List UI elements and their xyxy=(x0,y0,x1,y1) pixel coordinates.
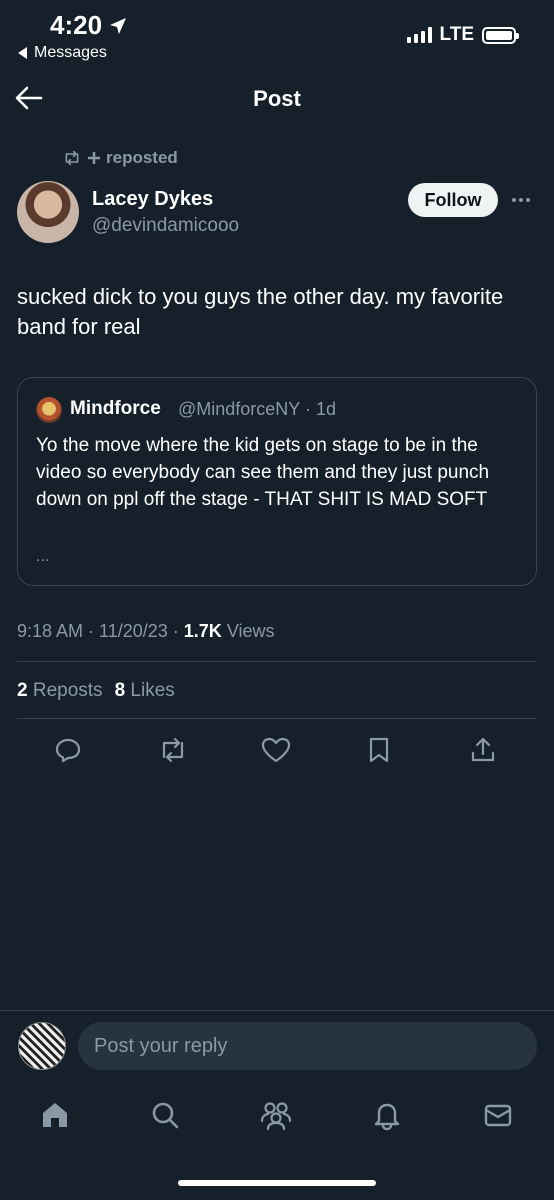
repost-indicator: reposted xyxy=(62,148,178,168)
divider xyxy=(17,661,537,662)
bookmark-icon[interactable] xyxy=(363,734,395,766)
reply-input[interactable]: Post your reply xyxy=(78,1022,537,1070)
back-triangle-icon xyxy=(18,47,27,59)
my-avatar xyxy=(18,1022,66,1070)
likes-count: 8 xyxy=(114,680,126,701)
quoted-author-meta: @MindforceNY · 1d xyxy=(178,399,337,419)
views-label: Views xyxy=(226,621,275,641)
like-icon[interactable] xyxy=(260,734,292,766)
page-title: Post xyxy=(253,86,301,111)
quoted-ellipsis: ... xyxy=(36,548,50,565)
reply-icon[interactable] xyxy=(52,734,84,766)
divider xyxy=(17,718,537,719)
quoted-author-name: Mindforce xyxy=(70,398,161,419)
likes-label: Likes xyxy=(130,680,175,701)
search-icon[interactable] xyxy=(148,1098,182,1132)
repost-small-icon xyxy=(65,150,79,166)
author-avatar[interactable] xyxy=(17,181,79,243)
location-arrow-icon xyxy=(110,17,127,34)
likes-stat[interactable]: 8 Likes xyxy=(115,680,175,702)
home-indicator xyxy=(178,1180,376,1186)
author-handle[interactable]: @devindamicooo xyxy=(92,215,239,237)
status-time-text: 4:20 xyxy=(50,10,103,40)
back-app-label: Messages xyxy=(34,44,107,61)
battery-icon xyxy=(482,26,519,44)
quoted-text: Yo the move where the kid gets on stage … xyxy=(36,435,490,510)
cross-symbol-icon xyxy=(88,152,100,164)
follow-button[interactable]: Follow xyxy=(408,183,498,217)
network-label: LTE xyxy=(439,24,474,45)
timestamp-text: 9:18 AM · 11/20/23 · xyxy=(17,621,184,641)
views-count: 1.7K xyxy=(183,621,222,641)
back-to-app[interactable]: Messages xyxy=(18,44,107,62)
author-name[interactable]: Lacey Dykes xyxy=(92,188,213,211)
repost-icon[interactable] xyxy=(157,734,189,766)
reposts-count: 2 xyxy=(17,680,28,701)
reposts-stat[interactable]: 2 Reposts xyxy=(17,680,103,702)
repost-label: reposted xyxy=(106,148,178,167)
status-indicators: LTE xyxy=(406,24,519,46)
messages-icon[interactable] xyxy=(481,1098,515,1132)
more-options-icon[interactable] xyxy=(512,190,536,210)
signal-icon xyxy=(406,27,432,43)
notifications-icon[interactable] xyxy=(370,1098,404,1132)
post-timestamp: 9:18 AM · 11/20/23 · 1.7K Views xyxy=(17,621,275,642)
communities-icon[interactable] xyxy=(259,1098,293,1132)
reposts-label: Reposts xyxy=(32,680,103,701)
home-icon[interactable] xyxy=(38,1098,72,1132)
post-text: sucked dick to you guys the other day. m… xyxy=(17,284,504,339)
status-time: 4:20 xyxy=(50,10,128,41)
reply-bar-divider xyxy=(0,1010,554,1011)
share-icon[interactable] xyxy=(467,734,499,766)
post-stats: 2 Reposts 8 Likes xyxy=(17,680,175,702)
quoted-avatar xyxy=(36,397,62,423)
